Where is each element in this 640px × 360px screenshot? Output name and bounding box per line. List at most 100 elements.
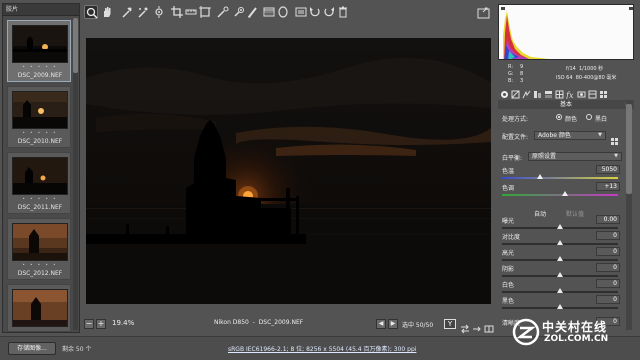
zoom-level-dropdown[interactable]: 19.4% xyxy=(112,319,134,327)
workflow-options-link[interactable]: sRGB IEC61966-2.1; 8 位; 8256 x 5504 (45.… xyxy=(228,344,416,353)
spot-removal-icon[interactable] xyxy=(216,5,230,19)
contrast-value[interactable]: 0 xyxy=(596,231,620,240)
temperature-value[interactable]: 5050 xyxy=(596,165,620,174)
watermark-cn: 中关村在线 xyxy=(542,320,608,334)
slider-thumb[interactable] xyxy=(537,174,543,179)
rating-stars[interactable]: • • • • • xyxy=(8,262,72,267)
slider-thumb[interactable] xyxy=(557,288,563,293)
split-toning-tab-icon[interactable] xyxy=(544,90,553,99)
image-preview[interactable] xyxy=(86,38,491,304)
white-balance-icon[interactable] xyxy=(120,5,134,19)
scrollbar-thumb[interactable] xyxy=(73,18,78,73)
trash-icon[interactable] xyxy=(336,5,350,19)
treatment-bw-label: 黑白 xyxy=(595,116,608,123)
hand-icon[interactable] xyxy=(100,5,114,19)
targeted-adjustment-icon[interactable] xyxy=(152,5,166,19)
preferences-icon[interactable] xyxy=(294,5,308,19)
straighten-icon[interactable] xyxy=(184,5,198,19)
image-caption: Nikon D850 - DSC_2009.NEF xyxy=(214,319,304,326)
exposure-slider[interactable]: 曝光 0.00 xyxy=(500,215,620,232)
transform-icon[interactable] xyxy=(198,5,212,19)
adjustment-brush-icon[interactable] xyxy=(246,5,260,19)
hsl-tab-icon[interactable] xyxy=(533,90,542,99)
compare-settings-icon[interactable] xyxy=(484,319,494,333)
slider-label: 白色 xyxy=(502,282,515,289)
basic-section-header: 基本 ≡ xyxy=(498,100,634,109)
slider-track[interactable] xyxy=(502,194,618,196)
radial-filter-icon[interactable] xyxy=(276,5,290,19)
filmstrip-item[interactable]: • • • • • DSC_2009.NEF xyxy=(7,20,71,82)
prev-image-icon[interactable]: ◀ xyxy=(376,319,386,329)
highlights-slider[interactable]: 高光 0 xyxy=(500,247,620,264)
filmstrip-item[interactable]: • • • • • DSC_2011.NEF xyxy=(7,152,71,214)
treatment-color-radio[interactable] xyxy=(556,114,562,120)
rating-stars[interactable]: • • • • • xyxy=(8,64,72,69)
g-value: 8 xyxy=(520,71,524,77)
lens-corrections-tab-icon[interactable] xyxy=(555,90,564,99)
shadows-slider[interactable]: 阴影 0 xyxy=(500,263,620,280)
profile-browser-icon[interactable] xyxy=(610,131,620,145)
blacks-value[interactable]: 0 xyxy=(596,295,620,304)
slider-thumb[interactable] xyxy=(557,224,563,229)
save-image-button[interactable]: 存储图像... xyxy=(8,342,56,355)
preview-footer: − + 19.4% Nikon D850 - DSC_2009.NEF ◀ ▶ … xyxy=(84,316,494,334)
thumbnail-filename: DSC_2011.NEF xyxy=(17,204,63,211)
before-after-toggle[interactable]: Y xyxy=(444,319,456,329)
highlights-value[interactable]: 0 xyxy=(596,247,620,256)
blacks-slider[interactable]: 黑色 0 xyxy=(500,295,620,312)
whites-slider[interactable]: 白色 0 xyxy=(500,279,620,296)
panel-scrollbar[interactable] xyxy=(626,100,632,330)
basic-tab-icon[interactable] xyxy=(500,90,509,99)
slider-label: 阴影 xyxy=(502,266,515,273)
filmstrip-item[interactable]: • • • • • DSC_2012.NEF xyxy=(7,218,71,280)
pixel-readout: R: 9 G: 8 B: 3 f/14 1/1000 秒 ISO 64 80-4… xyxy=(498,62,634,86)
red-eye-icon[interactable] xyxy=(232,5,246,19)
exposure-value[interactable]: 0.00 xyxy=(596,215,620,224)
detail-tab-icon[interactable] xyxy=(522,90,531,99)
slider-thumb[interactable] xyxy=(557,272,563,277)
next-image-icon[interactable]: ▶ xyxy=(388,319,398,329)
rating-stars[interactable]: • • • • • xyxy=(8,130,72,135)
shadows-value[interactable]: 0 xyxy=(596,263,620,272)
rotate-right-icon[interactable] xyxy=(322,5,336,19)
crop-icon[interactable] xyxy=(170,5,184,19)
presets-tab-icon[interactable] xyxy=(588,90,597,99)
slider-thumb[interactable] xyxy=(557,256,563,261)
rating-stars[interactable]: • • • • • xyxy=(8,196,72,201)
temperature-slider[interactable]: 色温 5050 xyxy=(500,165,620,182)
remaining-count: 剩余 50 个 xyxy=(62,346,92,353)
scrollbar-thumb[interactable] xyxy=(626,104,632,194)
tone-curve-tab-icon[interactable] xyxy=(511,90,520,99)
slider-thumb[interactable] xyxy=(557,240,563,245)
contrast-slider[interactable]: 对比度 0 xyxy=(500,231,620,248)
slider-thumb[interactable] xyxy=(562,191,568,196)
tint-value[interactable]: +13 xyxy=(596,182,620,191)
whites-value[interactable]: 0 xyxy=(596,279,620,288)
profile-label: 配置文件: xyxy=(502,134,529,141)
white-balance-dropdown[interactable]: 原照设置 ▼ xyxy=(528,152,622,161)
treatment-bw-radio[interactable] xyxy=(586,114,592,120)
watermark-en: ZOL.COM.CN xyxy=(544,334,609,344)
r-label: R: xyxy=(508,64,514,70)
calibration-tab-icon[interactable] xyxy=(577,90,586,99)
filmstrip-item[interactable] xyxy=(7,284,71,332)
zoom-out-button[interactable]: − xyxy=(84,319,94,329)
zoom-in-button[interactable]: + xyxy=(96,319,106,329)
profile-dropdown[interactable]: Adobe 颜色 ▼ xyxy=(534,131,606,140)
graduated-filter-icon[interactable] xyxy=(262,5,276,19)
zoom-icon[interactable] xyxy=(84,5,98,19)
tint-slider[interactable]: 色调 +13 xyxy=(500,182,620,199)
snapshots-tab-icon[interactable] xyxy=(599,90,608,99)
swap-icon[interactable] xyxy=(460,319,470,334)
thumbnail-image xyxy=(12,91,68,129)
fullscreen-icon[interactable] xyxy=(476,5,492,19)
slider-thumb[interactable] xyxy=(557,304,563,309)
copy-settings-icon[interactable] xyxy=(472,319,482,332)
color-sampler-icon[interactable] xyxy=(136,5,150,19)
rotate-left-icon[interactable] xyxy=(308,5,322,19)
filmstrip-item[interactable]: • • • • • DSC_2010.NEF xyxy=(7,86,71,148)
filmstrip-scrollbar[interactable] xyxy=(73,18,78,330)
slider-track[interactable] xyxy=(502,177,618,179)
effects-tab-icon[interactable]: fx xyxy=(566,90,575,99)
site-watermark: 中关村在线 ZOL.COM.CN xyxy=(512,318,638,350)
